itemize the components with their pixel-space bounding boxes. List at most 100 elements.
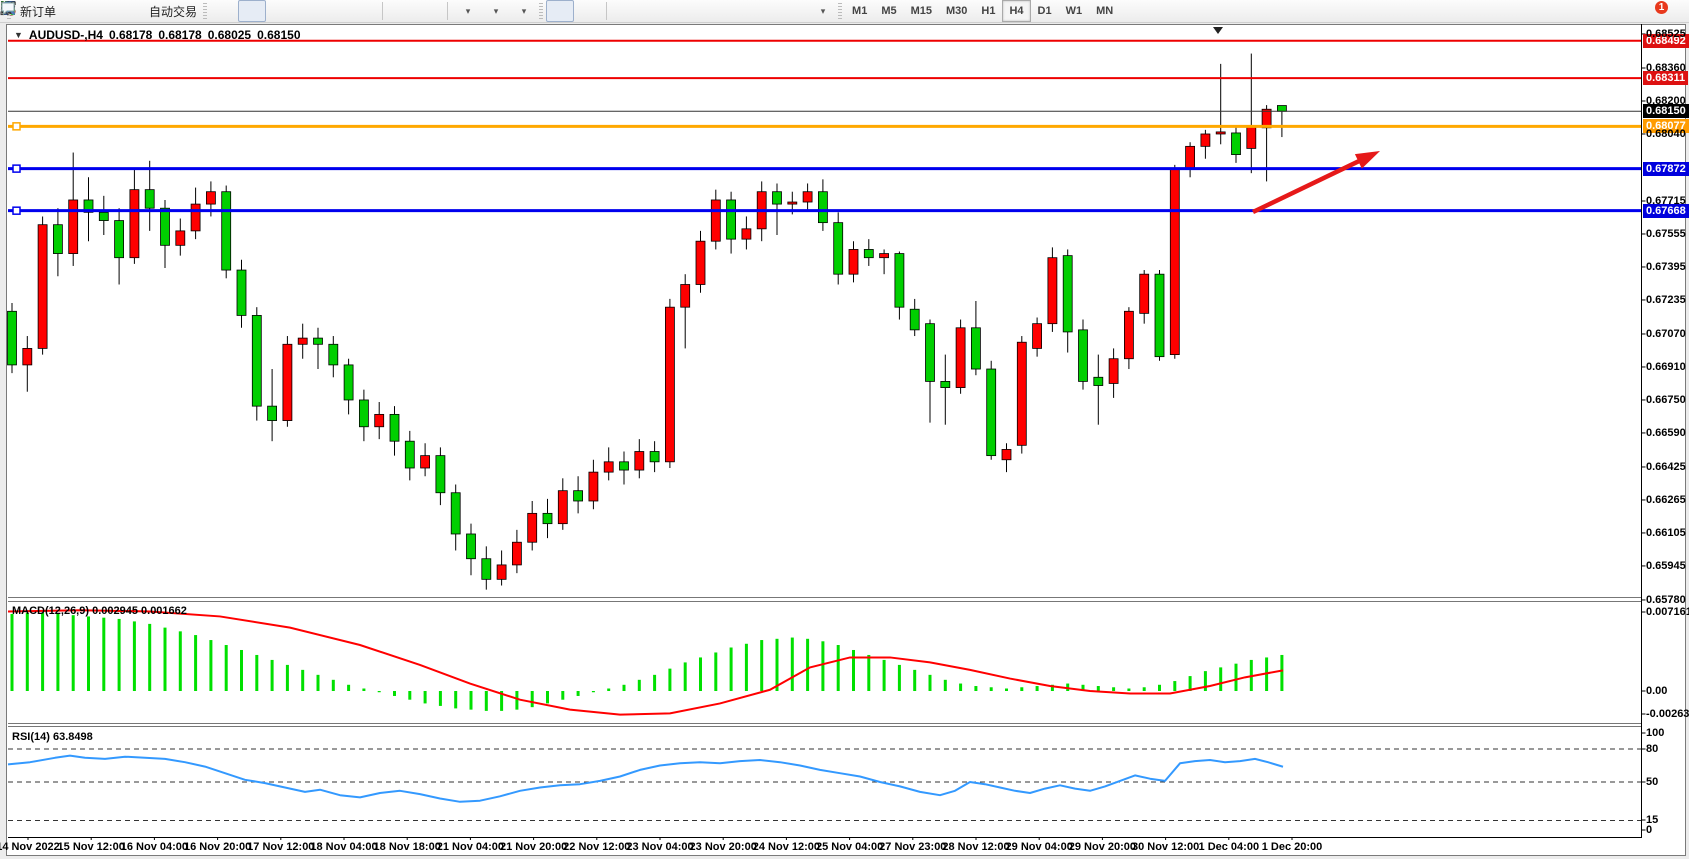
price-axis-tick: 0.68200: [1646, 95, 1686, 107]
timeframe-button-M1[interactable]: M1: [845, 0, 874, 22]
toolbar-grip: [539, 3, 543, 19]
bar-chart-button[interactable]: [210, 0, 238, 22]
new-order-label: 新订单: [20, 3, 56, 20]
trendline-tool-button[interactable]: [667, 0, 695, 22]
toolbar-separator: [382, 2, 383, 20]
cursor-tool-button[interactable]: [546, 0, 574, 22]
date-axis-label: 18 Nov 18:00: [374, 841, 441, 853]
auto-trading-label: 自动交易: [149, 3, 197, 20]
date-axis-label: 1 Dec 04:00: [1199, 841, 1260, 853]
price-axis-tick: 0.66105: [1646, 527, 1686, 539]
notifications-button[interactable]: 1: [1653, 0, 1681, 22]
date-axis-label: 29 Nov 20:00: [1069, 841, 1136, 853]
fibonacci-tool-button[interactable]: F: [723, 0, 751, 22]
macd-axis-tick: 0.00: [1646, 685, 1667, 697]
date-axis-label: 30 Nov 12:00: [1132, 841, 1199, 853]
tile-windows-button[interactable]: [350, 0, 378, 22]
price-axis-tick: 0.67235: [1646, 294, 1686, 306]
date-axis-label: 29 Nov 04:00: [1006, 841, 1073, 853]
chart-title: ▼ AUDUSD-,H4 0.68178 0.68178 0.68025 0.6…: [14, 28, 301, 42]
price-axis-tick: 0.65780: [1646, 594, 1686, 606]
date-axis-label: 16 Nov 04:00: [121, 841, 188, 853]
ohlc-open: 0.68178: [109, 28, 152, 42]
rsi-axis-tick: 0: [1646, 824, 1652, 836]
date-axis-label: 15 Nov 12:00: [58, 841, 125, 853]
date-axis-label: 17 Nov 12:00: [247, 841, 314, 853]
signals-button[interactable]: [115, 0, 143, 22]
price-axis-tick: 0.67715: [1646, 195, 1686, 207]
price-level-badge: 0.67872: [1643, 162, 1689, 176]
rsi-axis-tick: 50: [1646, 776, 1658, 788]
chevron-down-icon: ▾: [821, 6, 826, 17]
timeframe-button-D1[interactable]: D1: [1031, 0, 1059, 22]
timeframe-button-H1[interactable]: H1: [974, 0, 1002, 22]
ohlc-close: 0.68150: [257, 28, 300, 42]
chart-shift-button[interactable]: [415, 0, 443, 22]
price-axis-tick: 0.66590: [1646, 427, 1686, 439]
date-axis-label: 27 Nov 23:00: [879, 841, 946, 853]
date-axis-label: 21 Nov 20:00: [500, 841, 567, 853]
vertical-line-tool-button[interactable]: [611, 0, 639, 22]
periods-button[interactable]: ▾: [480, 0, 508, 22]
toolbar-separator: [447, 2, 448, 20]
channel-tool-button[interactable]: E: [695, 0, 723, 22]
price-axis-tick: 0.67070: [1646, 328, 1686, 340]
templates-button[interactable]: ▾: [508, 0, 536, 22]
macd-axis-tick: -0.002638: [1646, 708, 1689, 720]
window-menu-icon[interactable]: ▼: [14, 30, 23, 40]
date-axis-label: 23 Nov 04:00: [626, 841, 693, 853]
price-axis-tick: 0.68040: [1646, 128, 1686, 140]
date-axis-label: 24 Nov 12:00: [753, 841, 820, 853]
rsi-axis-tick: 80: [1646, 743, 1658, 755]
timeframe-toolbar: M1M5M15M30H1H4D1W1MN: [845, 0, 1120, 22]
timeframe-button-M15[interactable]: M15: [904, 0, 939, 22]
toolbar-grip: [203, 3, 207, 19]
candlestick-chart-button[interactable]: [238, 0, 266, 22]
timeframe-button-M30[interactable]: M30: [939, 0, 974, 22]
rsi-axis-tick: 100: [1646, 727, 1664, 739]
mt4-application: 新订单 自动交易 ▾ ▾ ▾ E F A T ▾ M: [0, 0, 1689, 859]
chevron-down-icon: ▾: [494, 6, 499, 17]
search-button[interactable]: [1625, 0, 1653, 22]
date-axis-label: 22 Nov 12:00: [563, 841, 630, 853]
indicators-button[interactable]: ▾: [452, 0, 480, 22]
toolbar-grip: [838, 3, 842, 19]
date-axis-label: 18 Nov 04:00: [310, 841, 377, 853]
new-order-button[interactable]: 新订单: [14, 0, 59, 22]
line-chart-button[interactable]: [266, 0, 294, 22]
zoom-out-button[interactable]: [322, 0, 350, 22]
price-axis-tick: 0.66265: [1646, 494, 1686, 506]
zoom-in-button[interactable]: [294, 0, 322, 22]
price-axis-tick: 0.65945: [1646, 560, 1686, 572]
price-axis-tick: 0.66910: [1646, 361, 1686, 373]
timeframe-button-W1[interactable]: W1: [1059, 0, 1090, 22]
chart-window[interactable]: [6, 24, 1686, 856]
date-axis-label: 16 Nov 20:00: [184, 841, 251, 853]
text-label-tool-button[interactable]: T: [779, 0, 807, 22]
auto-scroll-button[interactable]: [387, 0, 415, 22]
date-axis-label: 1 Dec 20:00: [1262, 841, 1323, 853]
profiles-button[interactable]: [59, 0, 87, 22]
symbol-period-label: AUDUSD-,H4: [29, 28, 103, 42]
timeframe-button-MN[interactable]: MN: [1089, 0, 1120, 22]
date-axis-label: 14 Nov 2022: [0, 841, 60, 853]
date-axis-label: 21 Nov 04:00: [437, 841, 504, 853]
main-toolbar: 新订单 自动交易 ▾ ▾ ▾ E F A T ▾ M: [0, 0, 1689, 23]
price-axis-tick: 0.66750: [1646, 394, 1686, 406]
timeframe-button-M5[interactable]: M5: [874, 0, 903, 22]
auto-trading-button[interactable]: 自动交易: [143, 0, 200, 22]
price-axis-tick: 0.68525: [1646, 28, 1686, 40]
market-watch-button[interactable]: [87, 0, 115, 22]
horizontal-line-tool-button[interactable]: [639, 0, 667, 22]
price-axis-tick: 0.67395: [1646, 261, 1686, 273]
timeframe-button-H4[interactable]: H4: [1002, 0, 1030, 22]
text-tool-button[interactable]: A: [751, 0, 779, 22]
notification-badge: 1: [1655, 1, 1669, 14]
price-axis-tick: 0.66425: [1646, 461, 1686, 473]
chevron-down-icon: ▾: [522, 6, 527, 17]
crosshair-tool-button[interactable]: [574, 0, 602, 22]
arrows-tool-button[interactable]: ▾: [807, 0, 835, 22]
macd-indicator-label: MACD(12,26,9) 0.002945 0.001662: [12, 605, 187, 617]
rsi-indicator-label: RSI(14) 63.8498: [12, 731, 93, 743]
price-axis-tick: 0.68360: [1646, 62, 1686, 74]
